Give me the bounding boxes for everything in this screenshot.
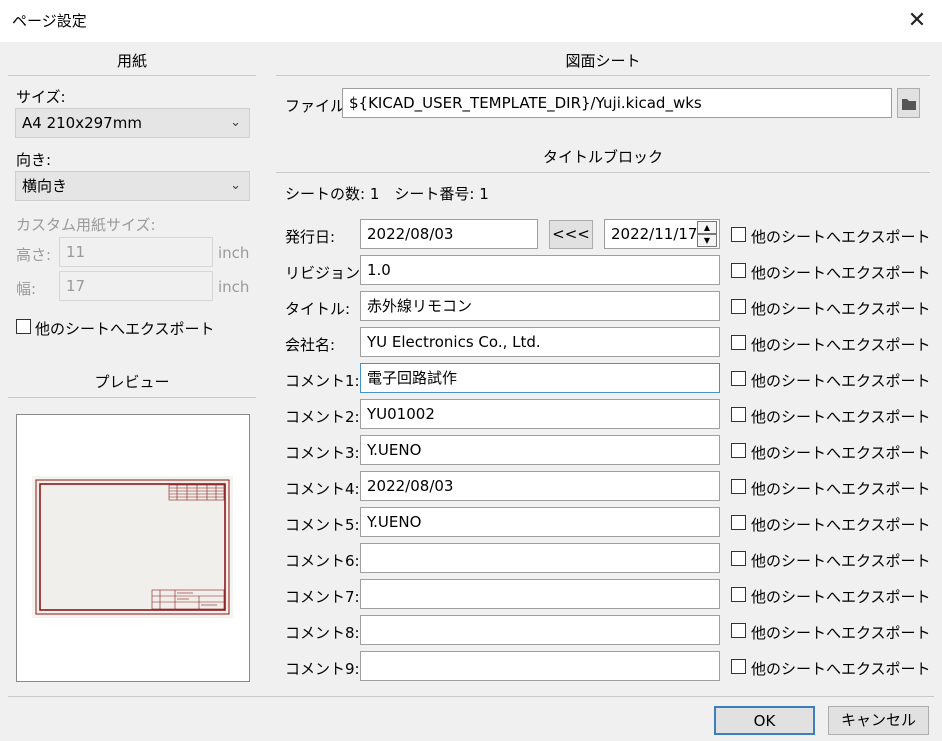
comment7-label: コメント7:: [285, 588, 360, 606]
comment4-label: コメント4:: [285, 480, 360, 498]
comment1-input[interactable]: 電子回路試作: [360, 363, 720, 393]
titleblock-heading: タイトルブロック: [542, 148, 663, 166]
comment9-label: コメント9:: [285, 660, 360, 678]
paper-size-select[interactable]: A4 210x297mm ⌄: [15, 108, 250, 138]
height-label: 高さ:: [16, 246, 52, 264]
comment6-input[interactable]: [360, 543, 720, 573]
export-label: 他のシートへエクスポート: [751, 300, 931, 318]
export-checkbox[interactable]: [731, 587, 746, 602]
export-label: 他のシートへエクスポート: [751, 228, 931, 246]
export-label: 他のシートへエクスポート: [751, 264, 931, 282]
preview-panel: [16, 414, 250, 682]
export-checkbox[interactable]: [731, 263, 746, 278]
chevron-down-icon: ⌄: [230, 115, 241, 130]
export-checkbox[interactable]: [731, 227, 746, 242]
comment7-input[interactable]: [360, 579, 720, 609]
width-input[interactable]: 17: [59, 271, 213, 301]
height-unit: inch: [218, 244, 250, 262]
revision-input[interactable]: 1.0: [360, 255, 720, 285]
export-checkbox[interactable]: [731, 443, 746, 458]
export-label: 他のシートへエクスポート: [751, 408, 931, 426]
cancel-button[interactable]: キャンセル: [828, 706, 929, 735]
title-input[interactable]: 赤外線リモコン: [360, 291, 720, 321]
export-checkbox[interactable]: [731, 515, 746, 530]
worksheet-file-input[interactable]: ${KICAD_USER_TEMPLATE_DIR}/Yuji.kicad_wk…: [342, 88, 892, 118]
custom-size-label: カスタム用紙サイズ:: [16, 216, 156, 234]
preview-heading: プレビュー: [94, 373, 170, 391]
export-checkbox[interactable]: [731, 479, 746, 494]
comment1-label: コメント1:: [285, 372, 360, 390]
export-label: 他のシートへエクスポート: [751, 516, 931, 534]
export-label: 他のシートへエクスポート: [751, 480, 931, 498]
width-unit: inch: [218, 278, 250, 296]
paper-export-label: 他のシートへエクスポート: [35, 320, 215, 338]
close-icon[interactable]: ✕: [902, 6, 932, 36]
date-picker-value: 2022/11/17: [611, 225, 698, 243]
paper-export-checkbox[interactable]: [16, 319, 31, 334]
window-title: ページ設定: [12, 12, 87, 30]
export-checkbox[interactable]: [731, 623, 746, 638]
export-checkbox[interactable]: [731, 335, 746, 350]
height-input[interactable]: 11: [59, 237, 213, 267]
comment5-label: コメント5:: [285, 516, 360, 534]
browse-button[interactable]: [897, 88, 920, 118]
sheet-info: シートの数: 1 シート番号: 1: [285, 185, 489, 203]
export-label: 他のシートへエクスポート: [751, 624, 931, 642]
divider: [276, 75, 930, 76]
comment9-input[interactable]: [360, 651, 720, 681]
sheet-preview-image: [32, 476, 233, 618]
copy-date-button[interactable]: <<<: [549, 220, 593, 249]
export-checkbox[interactable]: [731, 299, 746, 314]
title-label: タイトル:: [285, 300, 351, 318]
width-label: 幅:: [16, 280, 37, 298]
orientation-label: 向き:: [16, 151, 52, 169]
size-label: サイズ:: [16, 88, 66, 106]
comment5-input[interactable]: Y.UENO: [360, 507, 720, 537]
export-label: 他のシートへエクスポート: [751, 588, 931, 606]
export-label: 他のシートへエクスポート: [751, 336, 931, 354]
title-bar: [0, 0, 942, 42]
file-label: ファイル:: [285, 97, 351, 115]
divider: [8, 397, 256, 398]
folder-icon: [902, 99, 916, 110]
export-checkbox[interactable]: [731, 371, 746, 386]
paper-heading: 用紙: [116, 52, 147, 70]
sheet-heading: 図面シート: [565, 52, 641, 70]
comment6-label: コメント6:: [285, 552, 360, 570]
paper-size-value: A4 210x297mm: [22, 114, 142, 132]
export-checkbox[interactable]: [731, 551, 746, 566]
comment8-input[interactable]: [360, 615, 720, 645]
spin-down-icon[interactable]: ▼: [697, 234, 717, 247]
comment4-input[interactable]: 2022/08/03: [360, 471, 720, 501]
comment2-input[interactable]: YU01002: [360, 399, 720, 429]
export-label: 他のシートへエクスポート: [751, 660, 931, 678]
issue-date-input[interactable]: 2022/08/03: [360, 219, 538, 249]
spin-up-icon[interactable]: ▲: [697, 221, 717, 234]
issue-date-label: 発行日:: [285, 228, 336, 246]
ok-button[interactable]: OK: [714, 706, 815, 735]
export-label: 他のシートへエクスポート: [751, 444, 931, 462]
comment3-label: コメント3:: [285, 444, 360, 462]
company-label: 会社名:: [285, 336, 336, 354]
export-checkbox[interactable]: [731, 407, 746, 422]
company-input[interactable]: YU Electronics Co., Ltd.: [360, 327, 720, 357]
divider: [276, 172, 930, 173]
chevron-down-icon: ⌄: [230, 178, 241, 193]
comment8-label: コメント8:: [285, 624, 360, 642]
orientation-select[interactable]: 横向き ⌄: [15, 171, 250, 201]
orientation-value: 横向き: [22, 177, 68, 195]
divider: [8, 75, 256, 76]
divider: [8, 696, 934, 697]
comment3-input[interactable]: Y.UENO: [360, 435, 720, 465]
revision-label: リビジョン:: [285, 264, 366, 282]
export-label: 他のシートへエクスポート: [751, 552, 931, 570]
export-checkbox[interactable]: [731, 659, 746, 674]
comment2-label: コメント2:: [285, 408, 360, 426]
export-label: 他のシートへエクスポート: [751, 372, 931, 390]
